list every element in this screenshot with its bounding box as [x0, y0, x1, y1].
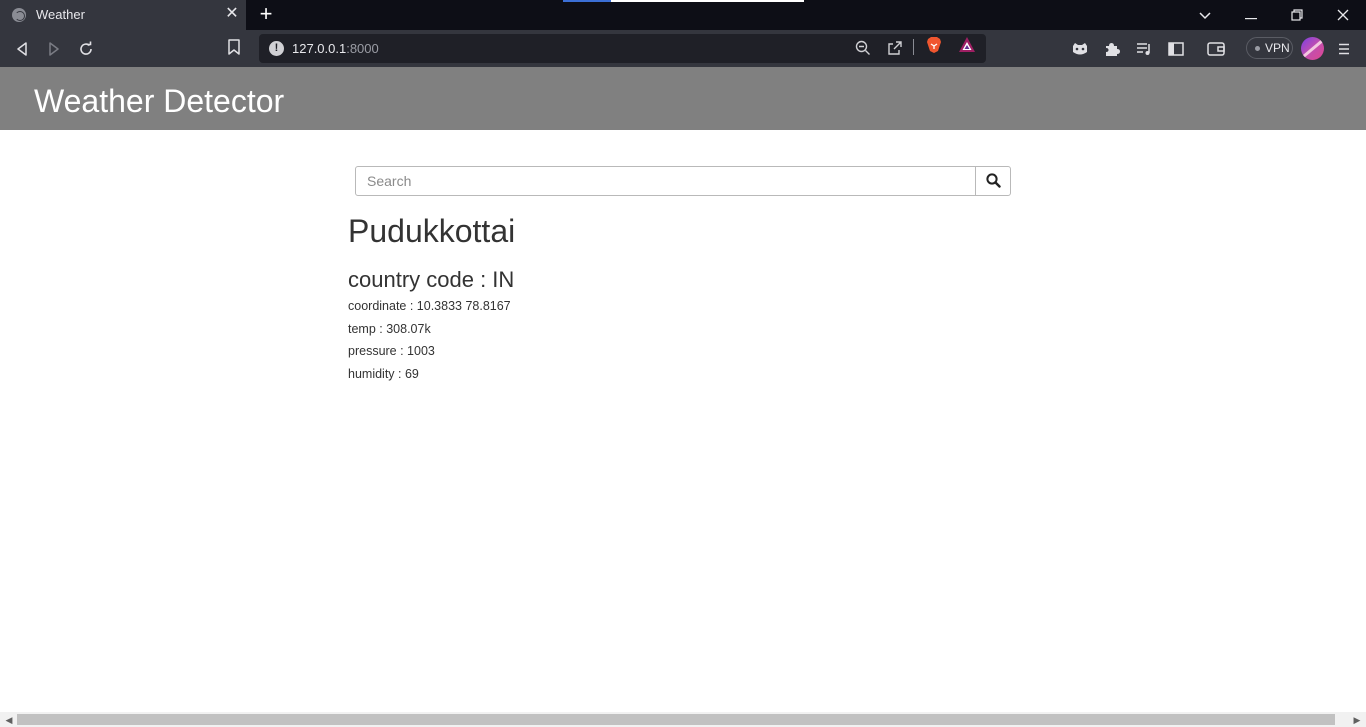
browser-tab-weather[interactable]: Weather ✕: [0, 0, 246, 30]
vpn-button[interactable]: VPN: [1246, 37, 1293, 59]
tab-search-button[interactable]: [1193, 4, 1217, 26]
page-viewport: Weather Detector Pudukkottai country cod…: [0, 67, 1366, 712]
leo-icon: [1073, 43, 1087, 55]
close-window-button[interactable]: [1331, 4, 1355, 26]
new-tab-button[interactable]: +: [256, 3, 276, 25]
horizontal-scrollbar[interactable]: ◀ ▶: [0, 712, 1366, 727]
wallet-button[interactable]: [1206, 39, 1226, 59]
bookmark-icon: [228, 39, 240, 55]
address-bar[interactable]: ! 127.0.0.1:8000: [259, 34, 986, 63]
tab-close-icon[interactable]: ✕: [224, 6, 240, 22]
scroll-right-arrow-icon[interactable]: ▶: [1352, 715, 1362, 725]
reload-button[interactable]: [75, 38, 97, 60]
browser-tab-strip: Weather ✕ +: [0, 0, 1366, 30]
wallet-icon: [1207, 42, 1225, 56]
playlist-button[interactable]: [1134, 39, 1154, 59]
restore-button[interactable]: [1285, 4, 1309, 26]
zoom-out-button[interactable]: [854, 40, 872, 58]
chevron-down-icon: [1199, 12, 1211, 20]
temperature-text: temp : 308.07k: [348, 322, 431, 336]
address-bar-divider: [913, 39, 914, 55]
brave-rewards-button[interactable]: [958, 36, 976, 54]
profile-avatar[interactable]: [1301, 37, 1324, 60]
minimize-button[interactable]: [1239, 4, 1263, 26]
globe-icon: [12, 8, 26, 22]
humidity-text: humidity : 69: [348, 367, 419, 381]
brave-shields-button[interactable]: [925, 36, 943, 54]
share-button[interactable]: [886, 40, 904, 58]
url-port: :8000: [346, 41, 379, 56]
zoom-out-icon: [855, 40, 870, 55]
scroll-left-arrow-icon[interactable]: ◀: [4, 715, 14, 725]
close-icon: [1337, 9, 1349, 21]
site-navbar: Weather Detector: [0, 67, 1366, 130]
scrollbar-thumb[interactable]: [17, 714, 1335, 725]
forward-button[interactable]: [43, 38, 65, 60]
brave-rewards-icon: [959, 37, 975, 52]
restore-icon: [1291, 9, 1303, 21]
back-button[interactable]: [11, 38, 33, 60]
page-load-progress: [563, 0, 804, 2]
country-code: country code : IN: [348, 267, 515, 292]
forward-arrow-icon: [49, 42, 59, 56]
minimize-icon: [1245, 18, 1257, 20]
vpn-label: VPN: [1265, 41, 1290, 55]
site-info-icon[interactable]: !: [269, 41, 284, 56]
sidebar-button[interactable]: [1166, 39, 1186, 59]
vpn-status-dot: [1255, 46, 1260, 51]
search-input[interactable]: [355, 166, 976, 196]
sidebar-icon: [1168, 42, 1184, 56]
page-load-progress-fill: [563, 0, 612, 2]
reload-icon: [80, 41, 92, 55]
main-menu-button[interactable]: [1334, 39, 1354, 59]
bookmark-button[interactable]: [228, 39, 242, 57]
city-name: Pudukkottai: [348, 213, 516, 249]
url-text[interactable]: 127.0.0.1:8000: [292, 41, 379, 56]
extensions-button[interactable]: [1102, 39, 1122, 59]
coordinate-text: coordinate : 10.3833 78.8167: [348, 299, 511, 313]
playlist-icon: [1137, 43, 1150, 55]
browser-toolbar: ! 127.0.0.1:8000 VPN: [0, 30, 1366, 67]
search-form: [355, 166, 1011, 196]
hamburger-menu-icon: [1339, 43, 1349, 55]
url-host: 127.0.0.1: [292, 41, 347, 56]
pressure-text: pressure : 1003: [348, 344, 435, 358]
share-icon: [888, 41, 902, 55]
brave-shields-icon: [927, 37, 941, 53]
back-arrow-icon: [17, 42, 27, 56]
puzzle-icon: [1106, 43, 1120, 56]
tab-title: Weather: [36, 7, 85, 22]
search-icon: [986, 173, 1001, 188]
site-brand[interactable]: Weather Detector: [34, 83, 284, 120]
search-button[interactable]: [975, 166, 1011, 196]
leo-assistant-button[interactable]: [1070, 39, 1090, 59]
